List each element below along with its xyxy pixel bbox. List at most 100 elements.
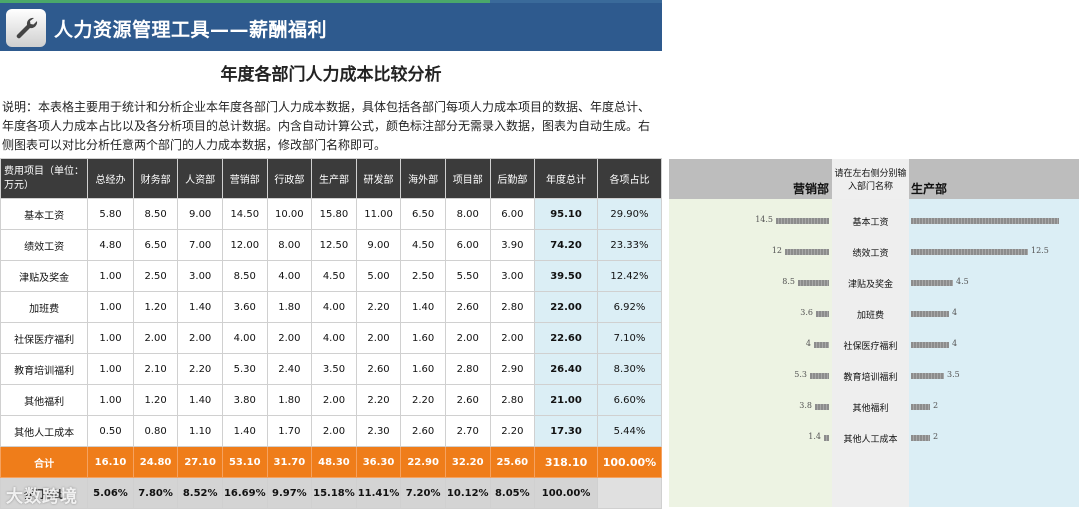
value-cell[interactable]: 4.00 [221, 322, 268, 354]
spreadsheet-area: 人力资源管理工具——薪酬福利 年度各部门人力成本比较分析 说明：本表格主要用于统… [0, 0, 663, 511]
value-cell[interactable]: 0.80 [132, 415, 179, 447]
value-cell[interactable]: 1.00 [87, 322, 134, 354]
value-cell[interactable]: 2.50 [400, 260, 446, 292]
value-cell[interactable]: 7.00 [177, 229, 223, 261]
value-cell[interactable]: 11.00 [355, 198, 402, 230]
value-cell[interactable]: 2.20 [177, 353, 223, 385]
value-cell[interactable]: 15.80 [311, 198, 357, 230]
row-label-cell: 其他人工成本 [0, 415, 89, 447]
chart-right-dept-name[interactable]: 生产部 [911, 180, 947, 197]
value-cell[interactable]: 2.20 [355, 291, 402, 323]
value-cell[interactable]: 2.80 [489, 384, 536, 416]
value-cell[interactable]: 12.00 [221, 229, 268, 261]
value-cell[interactable]: 4.80 [87, 229, 134, 261]
chart-left-dept-name[interactable]: 营销部 [793, 180, 829, 197]
value-cell[interactable]: 3.00 [177, 260, 223, 292]
row-label-cell: 绩效工资 [0, 229, 89, 261]
value-cell[interactable]: 8.00 [444, 198, 491, 230]
value-cell[interactable]: 1.40 [177, 291, 223, 323]
value-cell[interactable]: 3.60 [221, 291, 268, 323]
value-cell[interactable]: 5.50 [444, 260, 491, 292]
value-cell[interactable]: 9.00 [355, 229, 402, 261]
value-cell[interactable]: 1.20 [132, 384, 179, 416]
value-cell[interactable]: 2.00 [444, 322, 491, 354]
value-cell[interactable]: 5.30 [221, 353, 268, 385]
value-cell[interactable]: 1.80 [266, 384, 313, 416]
value-cell[interactable]: 1.80 [266, 291, 313, 323]
value-cell[interactable]: 4.00 [311, 291, 357, 323]
value-cell[interactable]: 2.60 [400, 415, 446, 447]
value-cell[interactable]: 3.90 [489, 229, 536, 261]
value-cell[interactable]: 8.50 [132, 198, 179, 230]
value-cell[interactable]: 2.10 [132, 353, 179, 385]
value-cell[interactable]: 5.00 [355, 260, 402, 292]
value-cell[interactable]: 1.10 [177, 415, 223, 447]
value-cell[interactable]: 2.00 [266, 322, 313, 354]
value-cell[interactable]: 8.50 [221, 260, 268, 292]
value-cell[interactable]: 2.00 [489, 322, 536, 354]
value-cell[interactable]: 6.50 [132, 229, 179, 261]
value-cell[interactable]: 2.00 [132, 322, 179, 354]
value-cell[interactable]: 2.00 [355, 322, 402, 354]
value-cell[interactable]: 1.40 [400, 291, 446, 323]
value-cell[interactable]: 0.50 [87, 415, 134, 447]
value-cell[interactable]: 14.50 [221, 198, 268, 230]
value-cell[interactable]: 2.60 [444, 384, 491, 416]
value-cell[interactable]: 2.20 [355, 384, 402, 416]
value-cell[interactable]: 1.40 [177, 384, 223, 416]
value-cell[interactable]: 1.00 [87, 260, 134, 292]
value-cell[interactable]: 2.60 [355, 353, 402, 385]
header-cell: 后勤部 [489, 158, 536, 199]
value-cell[interactable]: 2.40 [266, 353, 313, 385]
value-cell[interactable]: 2.20 [400, 384, 446, 416]
row-label-cell: 其他福利 [0, 384, 89, 416]
value-cell[interactable]: 2.50 [132, 260, 179, 292]
value-cell[interactable]: 2.70 [444, 415, 491, 447]
chart-bar-left [776, 218, 829, 224]
value-cell[interactable]: 2.90 [489, 353, 536, 385]
value-cell[interactable]: 1.20 [132, 291, 179, 323]
value-cell[interactable]: 5.80 [87, 198, 134, 230]
value-cell[interactable]: 2.80 [489, 291, 536, 323]
value-cell[interactable]: 6.00 [489, 198, 536, 230]
header-cell: 年度总计 [534, 158, 598, 199]
value-cell[interactable]: 1.40 [221, 415, 268, 447]
value-cell[interactable]: 8.00 [266, 229, 313, 261]
value-cell: 22.60 [534, 322, 598, 354]
header-cell: 总经办 [87, 158, 134, 199]
value-cell[interactable]: 2.80 [444, 353, 491, 385]
value-cell[interactable]: 4.50 [400, 229, 446, 261]
header-cell: 各项占比 [596, 158, 663, 199]
chart-category-label: 其他人工成本 [843, 435, 898, 445]
sum-cell: 48.30 [311, 446, 357, 478]
value-cell[interactable]: 4.00 [266, 260, 313, 292]
value-cell[interactable]: 1.70 [266, 415, 313, 447]
value-cell[interactable]: 1.60 [400, 353, 446, 385]
value-cell[interactable]: 3.50 [311, 353, 357, 385]
value-cell[interactable]: 3.80 [221, 384, 268, 416]
table-row: 教育培训福利 1.00 2.10 2.20 5.30 2.40 3.50 2.60 1.60 2.… [0, 353, 663, 385]
chart-bar-left [785, 249, 829, 255]
value-cell[interactable]: 1.60 [400, 322, 446, 354]
value-cell[interactable]: 2.60 [444, 291, 491, 323]
value-cell[interactable]: 6.00 [444, 229, 491, 261]
cost-table: 费用项目（单位：万元） 总经办 财务部 人资部 营销部 行政部 生产部 研发部 海外部 项目部 后勤… [0, 158, 663, 509]
value-cell[interactable]: 10.00 [266, 198, 313, 230]
value-cell[interactable]: 2.30 [355, 415, 402, 447]
value-cell[interactable]: 3.00 [489, 260, 536, 292]
value-cell[interactable]: 2.20 [489, 415, 536, 447]
value-cell[interactable]: 2.00 [311, 384, 357, 416]
ratio-cell: 7.80% [132, 477, 179, 509]
value-cell[interactable]: 2.00 [311, 415, 357, 447]
value-cell[interactable]: 1.00 [87, 291, 134, 323]
value-cell[interactable]: 2.00 [177, 322, 223, 354]
chart-bar-right [911, 280, 953, 286]
value-cell[interactable]: 6.50 [400, 198, 446, 230]
value-cell[interactable]: 4.00 [311, 322, 357, 354]
value-cell[interactable]: 9.00 [177, 198, 223, 230]
value-cell[interactable]: 1.00 [87, 384, 134, 416]
chart-data-label-left: 4 [805, 339, 811, 348]
value-cell[interactable]: 12.50 [311, 229, 357, 261]
value-cell[interactable]: 1.00 [87, 353, 134, 385]
value-cell[interactable]: 4.50 [311, 260, 357, 292]
